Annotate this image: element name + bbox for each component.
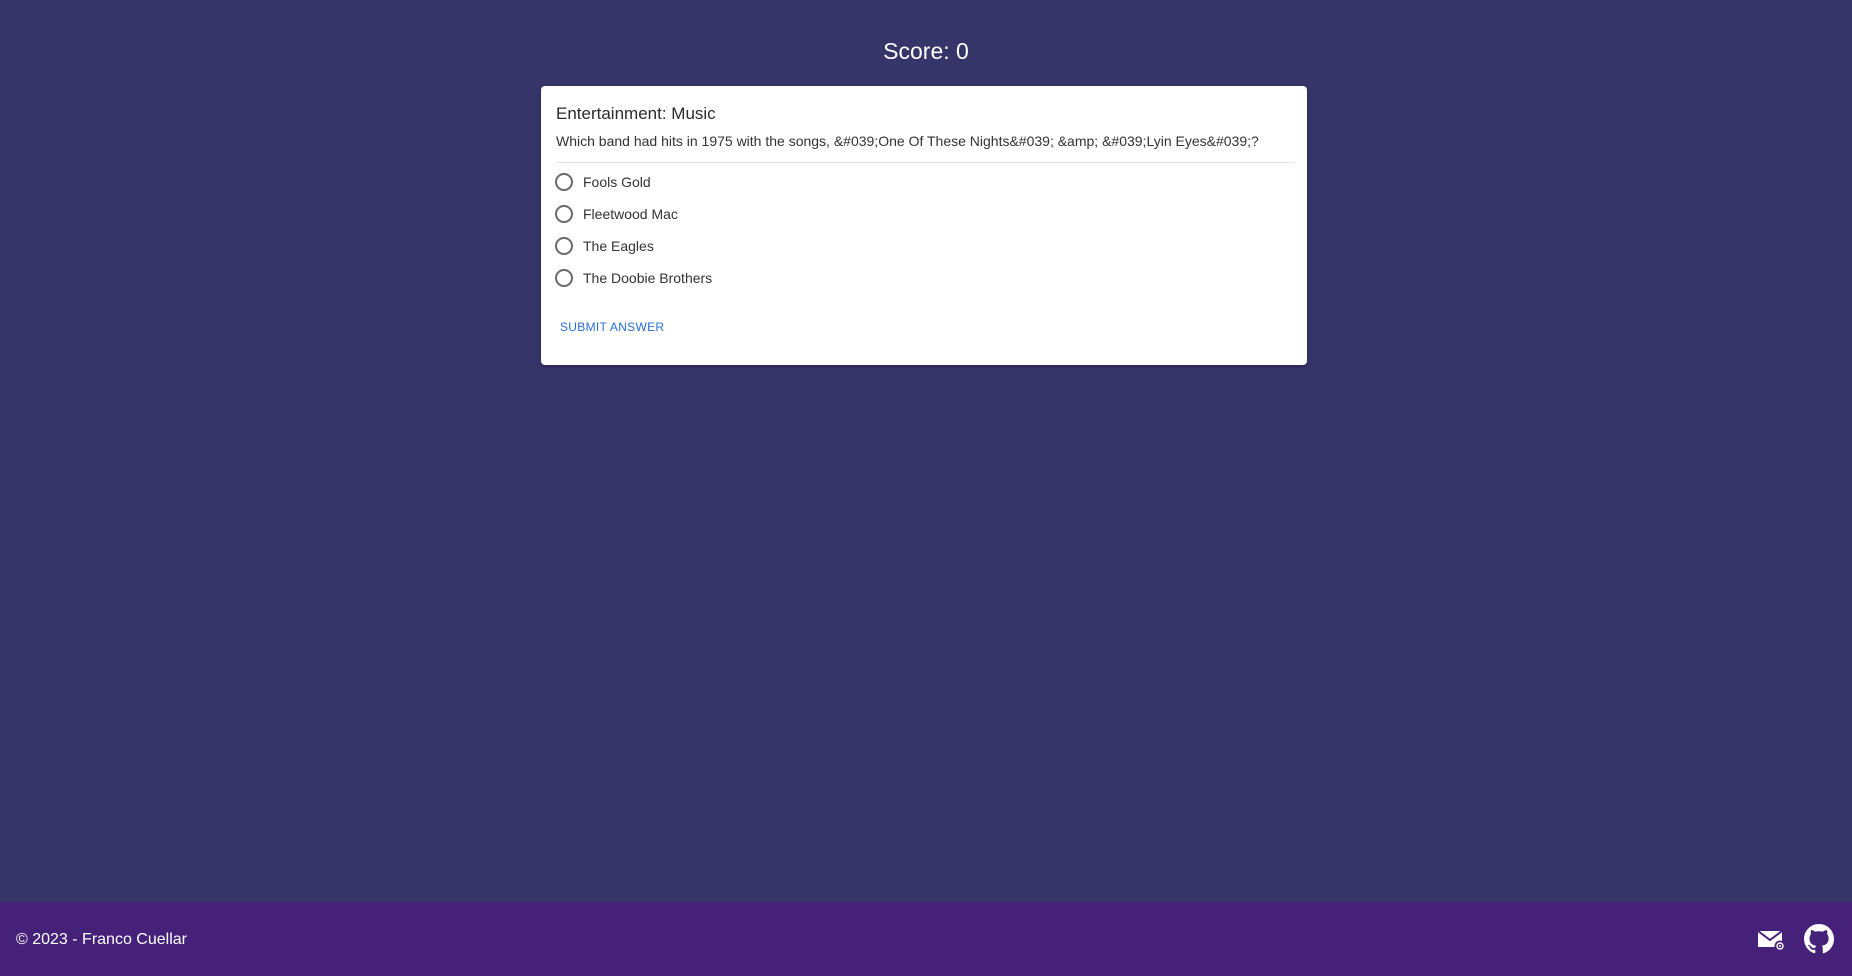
answer-option[interactable]: The Doobie Brothers <box>555 266 712 290</box>
score-display: Score: 0 <box>883 38 969 64</box>
copyright-text: © 2023 - Franco Cuellar <box>16 931 187 948</box>
question-category: Entertainment: Music <box>556 104 716 123</box>
answer-option-label: The Eagles <box>583 238 654 254</box>
answer-option-label: Fools Gold <box>583 174 651 190</box>
submit-answer-button[interactable]: SUBMIT ANSWER <box>560 319 664 335</box>
divider <box>556 162 1294 163</box>
answer-option-label: Fleetwood Mac <box>583 206 678 222</box>
radio-button[interactable] <box>555 237 573 255</box>
question-card: Entertainment: Music Which band had hits… <box>541 86 1307 365</box>
github-icon[interactable] <box>1804 924 1834 954</box>
answer-option[interactable]: Fleetwood Mac <box>555 202 678 226</box>
radio-button[interactable] <box>555 173 573 191</box>
answer-option[interactable]: Fools Gold <box>555 170 651 194</box>
radio-button[interactable] <box>555 269 573 287</box>
answer-option[interactable]: The Eagles <box>555 234 654 258</box>
email-icon[interactable] <box>1756 924 1786 954</box>
answer-option-label: The Doobie Brothers <box>583 270 713 286</box>
radio-button[interactable] <box>555 205 573 223</box>
question-text: Which band had hits in 1975 with the son… <box>556 133 1259 149</box>
footer: © 2023 - Franco Cuellar <box>0 902 1852 976</box>
